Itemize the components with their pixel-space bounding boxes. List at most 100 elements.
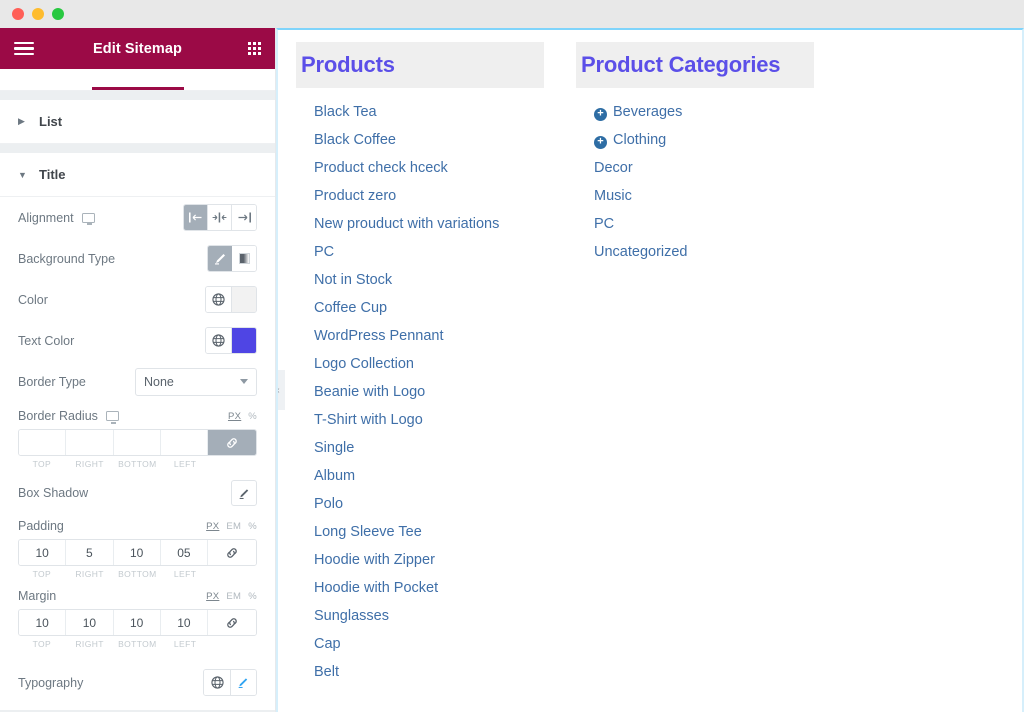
color-swatch[interactable]	[232, 287, 256, 312]
align-center-icon[interactable]	[208, 205, 232, 230]
window-titlebar	[0, 0, 1024, 28]
unit-percent[interactable]: %	[248, 411, 257, 422]
hamburger-icon[interactable]	[14, 41, 34, 56]
list-item[interactable]: Cap	[314, 630, 544, 658]
globe-icon[interactable]	[206, 328, 232, 353]
expand-plus-icon[interactable]	[594, 136, 607, 149]
border-type-select-wrap: None	[135, 368, 257, 396]
gradient-icon[interactable]	[232, 246, 256, 271]
color-label: Color	[18, 292, 48, 307]
list-item[interactable]: Sunglasses	[314, 602, 544, 630]
list-item[interactable]: PC	[314, 238, 544, 266]
list-item[interactable]: New prouduct with variations	[314, 210, 544, 238]
gradient-swatch	[238, 253, 250, 264]
list-item[interactable]: Hoodie with Pocket	[314, 574, 544, 602]
background-type-choices	[207, 245, 257, 272]
list-item[interactable]: Black Tea	[314, 98, 544, 126]
unit-em[interactable]: EM	[226, 521, 241, 532]
title-controls: Alignment Background Type Color Text Col…	[0, 197, 275, 710]
list-item[interactable]: Product check hceck	[314, 154, 544, 182]
unit-px[interactable]: PX	[228, 411, 241, 422]
window-minimize-button[interactable]	[32, 8, 44, 20]
pencil-icon[interactable]	[230, 670, 256, 695]
expand-plus-icon[interactable]	[594, 108, 607, 121]
list-item[interactable]: Single	[314, 434, 544, 462]
list-item[interactable]: Not in Stock	[314, 266, 544, 294]
control-background-type: Background Type	[18, 238, 257, 279]
panel-title: Edit Sitemap	[92, 40, 183, 57]
text-color-swatch[interactable]	[232, 328, 256, 353]
list-item[interactable]: Beverages	[594, 98, 814, 126]
globe-icon[interactable]	[204, 670, 230, 695]
margin-bottom-input[interactable]	[113, 610, 161, 635]
responsive-monitor-icon[interactable]	[105, 411, 119, 424]
unit-percent[interactable]: %	[248, 591, 257, 602]
list-item[interactable]: Black Coffee	[314, 126, 544, 154]
align-left-icon[interactable]	[184, 205, 208, 230]
accordion-title[interactable]: ▼ Title	[0, 153, 275, 197]
padding-bottom-input[interactable]	[113, 540, 161, 565]
unit-percent[interactable]: %	[248, 521, 257, 532]
caption-top: TOP	[32, 639, 52, 649]
margin-link-icon[interactable]	[208, 610, 256, 635]
alignment-choices	[183, 204, 257, 231]
list-item[interactable]: Hoodie with Zipper	[314, 546, 544, 574]
padding-right-input[interactable]	[66, 540, 114, 565]
accordion-list[interactable]: ▶ List	[0, 100, 275, 144]
padding-link-icon[interactable]	[208, 540, 256, 565]
border-radius-bottom-input[interactable]	[113, 430, 161, 455]
list-item[interactable]: PC	[594, 210, 814, 238]
list-item[interactable]: Clothing	[594, 126, 814, 154]
unit-px[interactable]: PX	[206, 521, 219, 532]
section-divider-2	[0, 144, 275, 153]
list-item[interactable]: Product zero	[314, 182, 544, 210]
list-item[interactable]: Uncategorized	[594, 238, 814, 266]
border-type-select[interactable]: None	[135, 368, 257, 396]
padding-top-input[interactable]	[19, 540, 67, 565]
window-maximize-button[interactable]	[52, 8, 64, 20]
border-radius-units: PX %	[228, 411, 257, 422]
padding-left-input[interactable]	[160, 540, 208, 565]
panel-collapse-handle[interactable]: ‹	[278, 370, 285, 410]
unit-px[interactable]: PX	[206, 591, 219, 602]
globe-icon[interactable]	[206, 287, 232, 312]
margin-left-input[interactable]	[160, 610, 208, 635]
unit-em[interactable]: EM	[226, 591, 241, 602]
border-radius-right-cell	[66, 430, 114, 455]
border-radius-right-input[interactable]	[66, 430, 114, 455]
list-item[interactable]: Long Sleeve Tee	[314, 518, 544, 546]
border-radius-top-input[interactable]	[19, 430, 67, 455]
padding-inputs	[18, 539, 257, 566]
grid-icon[interactable]	[248, 42, 261, 55]
list-item[interactable]: Music	[594, 182, 814, 210]
margin-top-input[interactable]	[19, 610, 67, 635]
background-type-label: Background Type	[18, 251, 116, 266]
list-item[interactable]: Album	[314, 462, 544, 490]
text-color-control	[205, 327, 257, 354]
border-radius-link-icon[interactable]	[208, 430, 256, 455]
chevron-down-icon: ▼	[18, 169, 27, 180]
window-close-button[interactable]	[12, 8, 24, 20]
margin-units: PX EM %	[206, 591, 257, 602]
margin-captions: TOP RIGHT BOTTOM LEFT	[18, 639, 257, 649]
list-item[interactable]: T-Shirt with Logo	[314, 406, 544, 434]
padding-right-cell	[66, 540, 114, 565]
list-item[interactable]: Belt	[314, 658, 544, 686]
classic-brush-icon[interactable]	[208, 246, 232, 271]
list-item[interactable]: Decor	[594, 154, 814, 182]
list-item[interactable]: Logo Collection	[314, 350, 544, 378]
control-text-color: Text Color	[18, 320, 257, 361]
align-right-icon[interactable]	[232, 205, 256, 230]
list-item[interactable]: Beanie with Logo	[314, 378, 544, 406]
list-item[interactable]: Coffee Cup	[314, 294, 544, 322]
list-item[interactable]: Polo	[314, 490, 544, 518]
list-item[interactable]: WordPress Pennant	[314, 322, 544, 350]
typography-controls	[203, 669, 257, 696]
border-radius-left-input[interactable]	[160, 430, 208, 455]
pencil-icon[interactable]	[231, 480, 257, 506]
window-body: Edit Sitemap ▶ List ▼ Title Alignment Ba…	[0, 28, 1024, 712]
caption-top: TOP	[32, 459, 52, 469]
margin-right-input[interactable]	[66, 610, 114, 635]
responsive-monitor-icon[interactable]	[81, 212, 95, 225]
